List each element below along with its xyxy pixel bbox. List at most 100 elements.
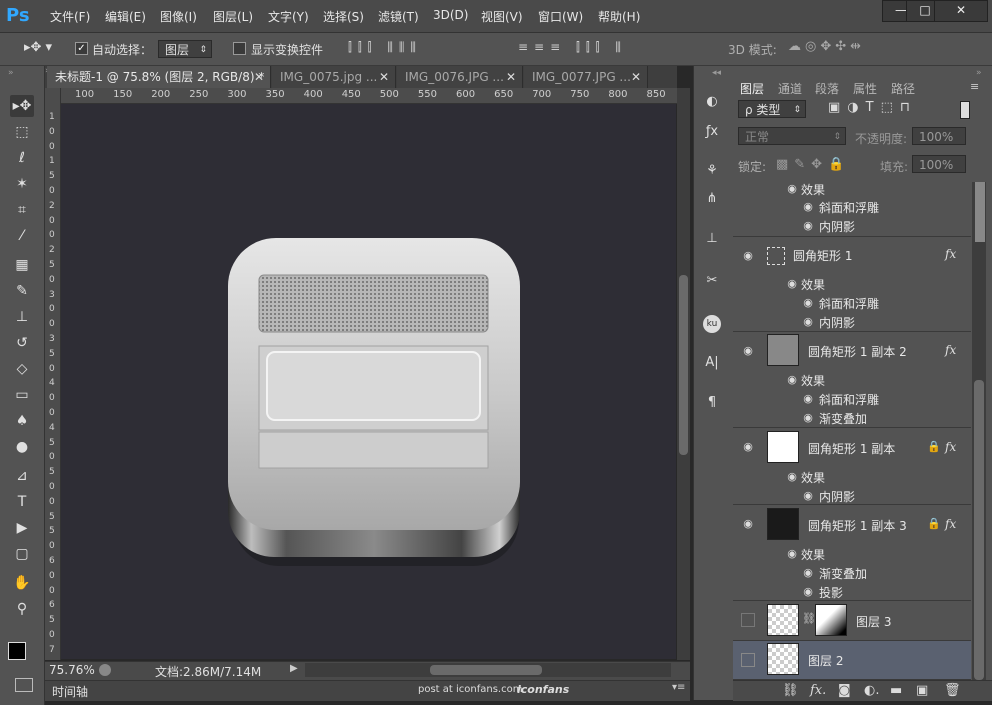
layer-name[interactable]: 圆角矩形 1: [793, 247, 852, 264]
ku-plugin-icon[interactable]: ku: [700, 312, 724, 334]
status-menu-arrow-icon[interactable]: ▶: [290, 663, 298, 674]
close-window-button[interactable]: ✕: [934, 0, 988, 22]
layers-scroll-thumb[interactable]: [974, 380, 984, 680]
zoom-level[interactable]: 75.76%: [49, 663, 95, 677]
blur-tool-icon[interactable]: ♠: [10, 410, 34, 432]
menu-filter[interactable]: 滤镜(T): [378, 8, 419, 25]
eye-icon[interactable]: ◉: [801, 315, 815, 329]
hand-tool-icon[interactable]: ✋: [10, 572, 34, 594]
menu-file[interactable]: 文件(F): [50, 8, 90, 25]
eye-icon[interactable]: ◉: [801, 411, 815, 425]
eye-icon[interactable]: ◉: [741, 344, 755, 358]
auto-select-checkbox[interactable]: ✓: [75, 42, 88, 55]
fx-icon[interactable]: fx: [945, 247, 956, 261]
layer-name[interactable]: 图层 2: [808, 652, 843, 669]
fx-icon[interactable]: fx: [945, 517, 956, 531]
menu-layer[interactable]: 图层(L): [213, 8, 253, 25]
visibility-toggle-empty[interactable]: [741, 613, 755, 627]
layer-name[interactable]: 图层 3: [856, 613, 891, 630]
layer-name[interactable]: 圆角矩形 1 副本 3: [808, 517, 907, 534]
distribute-buttons-group[interactable]: ≡≡≡ ⫿⫿⫿ ⫼: [518, 40, 678, 56]
fx-icon[interactable]: fx: [945, 440, 956, 454]
eye-icon[interactable]: ◉: [801, 219, 815, 233]
menu-image[interactable]: 图像(I): [160, 8, 197, 25]
eye-icon[interactable]: ◉: [785, 277, 799, 291]
horizontal-scroll-thumb[interactable]: [430, 665, 542, 675]
layer-name[interactable]: 圆角矩形 1 副本 2: [808, 343, 907, 360]
crop-tool-icon[interactable]: ⌗: [10, 199, 34, 221]
vertical-scroll-thumb[interactable]: [679, 275, 688, 455]
magic-wand-tool-icon[interactable]: ✶: [10, 173, 34, 195]
quick-mask-icon[interactable]: [15, 678, 33, 692]
layer-row-rounded-rect-1[interactable]: ◉ 圆角矩形 1 fx ◉ 效果 ◉ 斜面和浮雕 ◉ 内阴影: [733, 237, 971, 332]
eye-icon[interactable]: ◉: [741, 517, 755, 531]
dodge-tool-icon[interactable]: ●: [10, 436, 34, 458]
foreground-color-swatch[interactable]: [8, 642, 26, 660]
layer-effects-group[interactable]: ◉ 效果 ◉ 斜面和浮雕 ◉ 内阴影: [733, 182, 971, 237]
fx-icon[interactable]: fx: [945, 343, 956, 357]
character-panel-icon[interactable]: A|: [700, 352, 724, 374]
healing-brush-tool-icon[interactable]: ▦: [10, 254, 34, 276]
layer-row-rounded-rect-1-copy[interactable]: ◉ 圆角矩形 1 副本 🔒 fx ◉ 效果 ◉ 内阴影: [733, 428, 971, 505]
tab-img-0076[interactable]: IMG_0076.JPG ... ✕: [397, 66, 523, 88]
status-info-icon[interactable]: [99, 664, 111, 676]
eye-icon[interactable]: ◉: [801, 489, 815, 503]
tab-layers[interactable]: 图层: [740, 80, 764, 97]
auto-select-dropdown[interactable]: 图层 ⇕: [158, 40, 212, 58]
link-layers-icon[interactable]: ⛓: [782, 683, 799, 698]
lasso-tool-icon[interactable]: ℓ: [10, 147, 34, 169]
add-mask-icon[interactable]: ◙: [838, 683, 851, 698]
layer-filter-dropdown[interactable]: ρ 类型 ⇕: [738, 100, 806, 118]
blend-mode-dropdown[interactable]: 正常 ⇕: [738, 127, 846, 145]
fill-field[interactable]: 100%: [912, 155, 966, 173]
brush-tool-icon[interactable]: ✎: [10, 280, 34, 302]
menu-3d[interactable]: 3D(D): [433, 8, 468, 22]
align-buttons-group[interactable]: ⫿⫿⫿ ⫼⫼⫼: [348, 40, 468, 56]
layer-filter-icons[interactable]: ▣◑T⬚⊓: [828, 100, 948, 118]
eye-icon[interactable]: ◉: [801, 296, 815, 310]
move-tool-preset[interactable]: ▸✥ ▾: [24, 40, 54, 58]
show-transform-checkbox[interactable]: [233, 42, 246, 55]
delete-layer-icon[interactable]: 🗑: [944, 683, 961, 698]
link-icon[interactable]: ⛓: [802, 612, 816, 625]
panel-menu-icon[interactable]: ≡: [970, 80, 979, 93]
stamp-tool-icon[interactable]: ⊥: [10, 306, 34, 328]
tab-paths[interactable]: 路径: [891, 80, 915, 97]
menu-window[interactable]: 窗口(W): [538, 8, 583, 25]
close-tab-icon[interactable]: ✕: [631, 66, 641, 88]
gradient-tool-icon[interactable]: ▭: [10, 384, 34, 406]
filter-toggle[interactable]: [960, 101, 970, 119]
menu-view[interactable]: 视图(V): [481, 8, 523, 25]
layer-row-layer-2[interactable]: 图层 2: [733, 641, 971, 680]
eye-icon[interactable]: ◉: [741, 249, 755, 263]
close-tab-icon[interactable]: ✕: [379, 66, 389, 88]
pen-tool-icon[interactable]: ⊿: [10, 465, 34, 487]
new-layer-icon[interactable]: ▣: [916, 683, 928, 698]
tab-properties[interactable]: 属性: [853, 80, 877, 97]
layer-name[interactable]: 圆角矩形 1 副本: [808, 440, 895, 457]
timeline-menu-icon[interactable]: ▾≡: [672, 682, 685, 693]
tool-presets-icon[interactable]: ✂: [700, 270, 724, 292]
panel-expand-icon[interactable]: »: [976, 68, 982, 78]
move-tool-icon[interactable]: ▸✥: [10, 95, 34, 117]
eyedropper-tool-icon[interactable]: ⁄: [10, 225, 34, 247]
menu-help[interactable]: 帮助(H): [598, 8, 640, 25]
layer-row-rounded-rect-1-copy-3[interactable]: ◉ 圆角矩形 1 副本 3 🔒 fx ◉ 效果 ◉ 渐变叠加 ◉ 投影: [733, 505, 971, 601]
menu-edit[interactable]: 编辑(E): [105, 8, 146, 25]
clone-source-icon[interactable]: ⊥: [700, 228, 724, 250]
tab-channels[interactable]: 通道: [778, 80, 802, 97]
eye-icon[interactable]: ◉: [785, 182, 799, 196]
tab-img-0077[interactable]: IMG_0077.JPG ... ✕: [524, 66, 648, 88]
timeline-tab[interactable]: 时间轴: [52, 683, 88, 700]
close-tab-icon[interactable]: ✕: [254, 66, 264, 88]
close-tab-icon[interactable]: ✕: [506, 66, 516, 88]
visibility-toggle-empty[interactable]: [741, 653, 755, 667]
eye-icon[interactable]: ◉: [801, 200, 815, 214]
styles-panel-icon[interactable]: ƒx: [700, 121, 724, 143]
path-select-tool-icon[interactable]: ▶: [10, 517, 34, 539]
opacity-field[interactable]: 100%: [912, 127, 966, 145]
tab-untitled-1[interactable]: 未标题-1 @ 75.8% (图层 2, RGB/8) * ✕: [47, 66, 271, 88]
menu-select[interactable]: 选择(S): [323, 8, 364, 25]
toolbar-collapse-icon[interactable]: »: [8, 68, 14, 78]
layer-row-layer-3[interactable]: ⛓ 图层 3: [733, 601, 971, 641]
